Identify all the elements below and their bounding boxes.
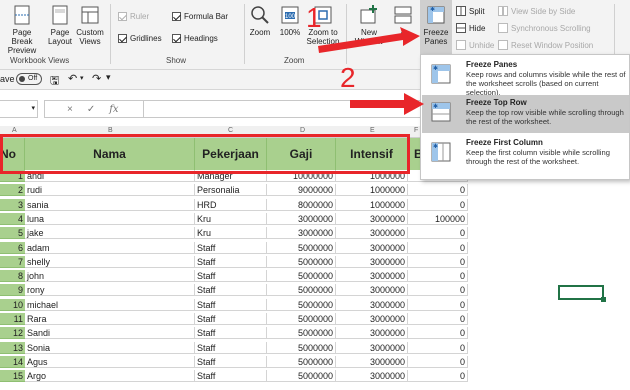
annotation-step-1: 1 — [306, 2, 322, 33]
annotation-arrow-2-icon — [350, 93, 424, 115]
annotation-step-2: 2 — [340, 62, 356, 93]
annotation-layer — [318, 27, 424, 115]
annotation-arrow-1-icon — [318, 27, 420, 53]
